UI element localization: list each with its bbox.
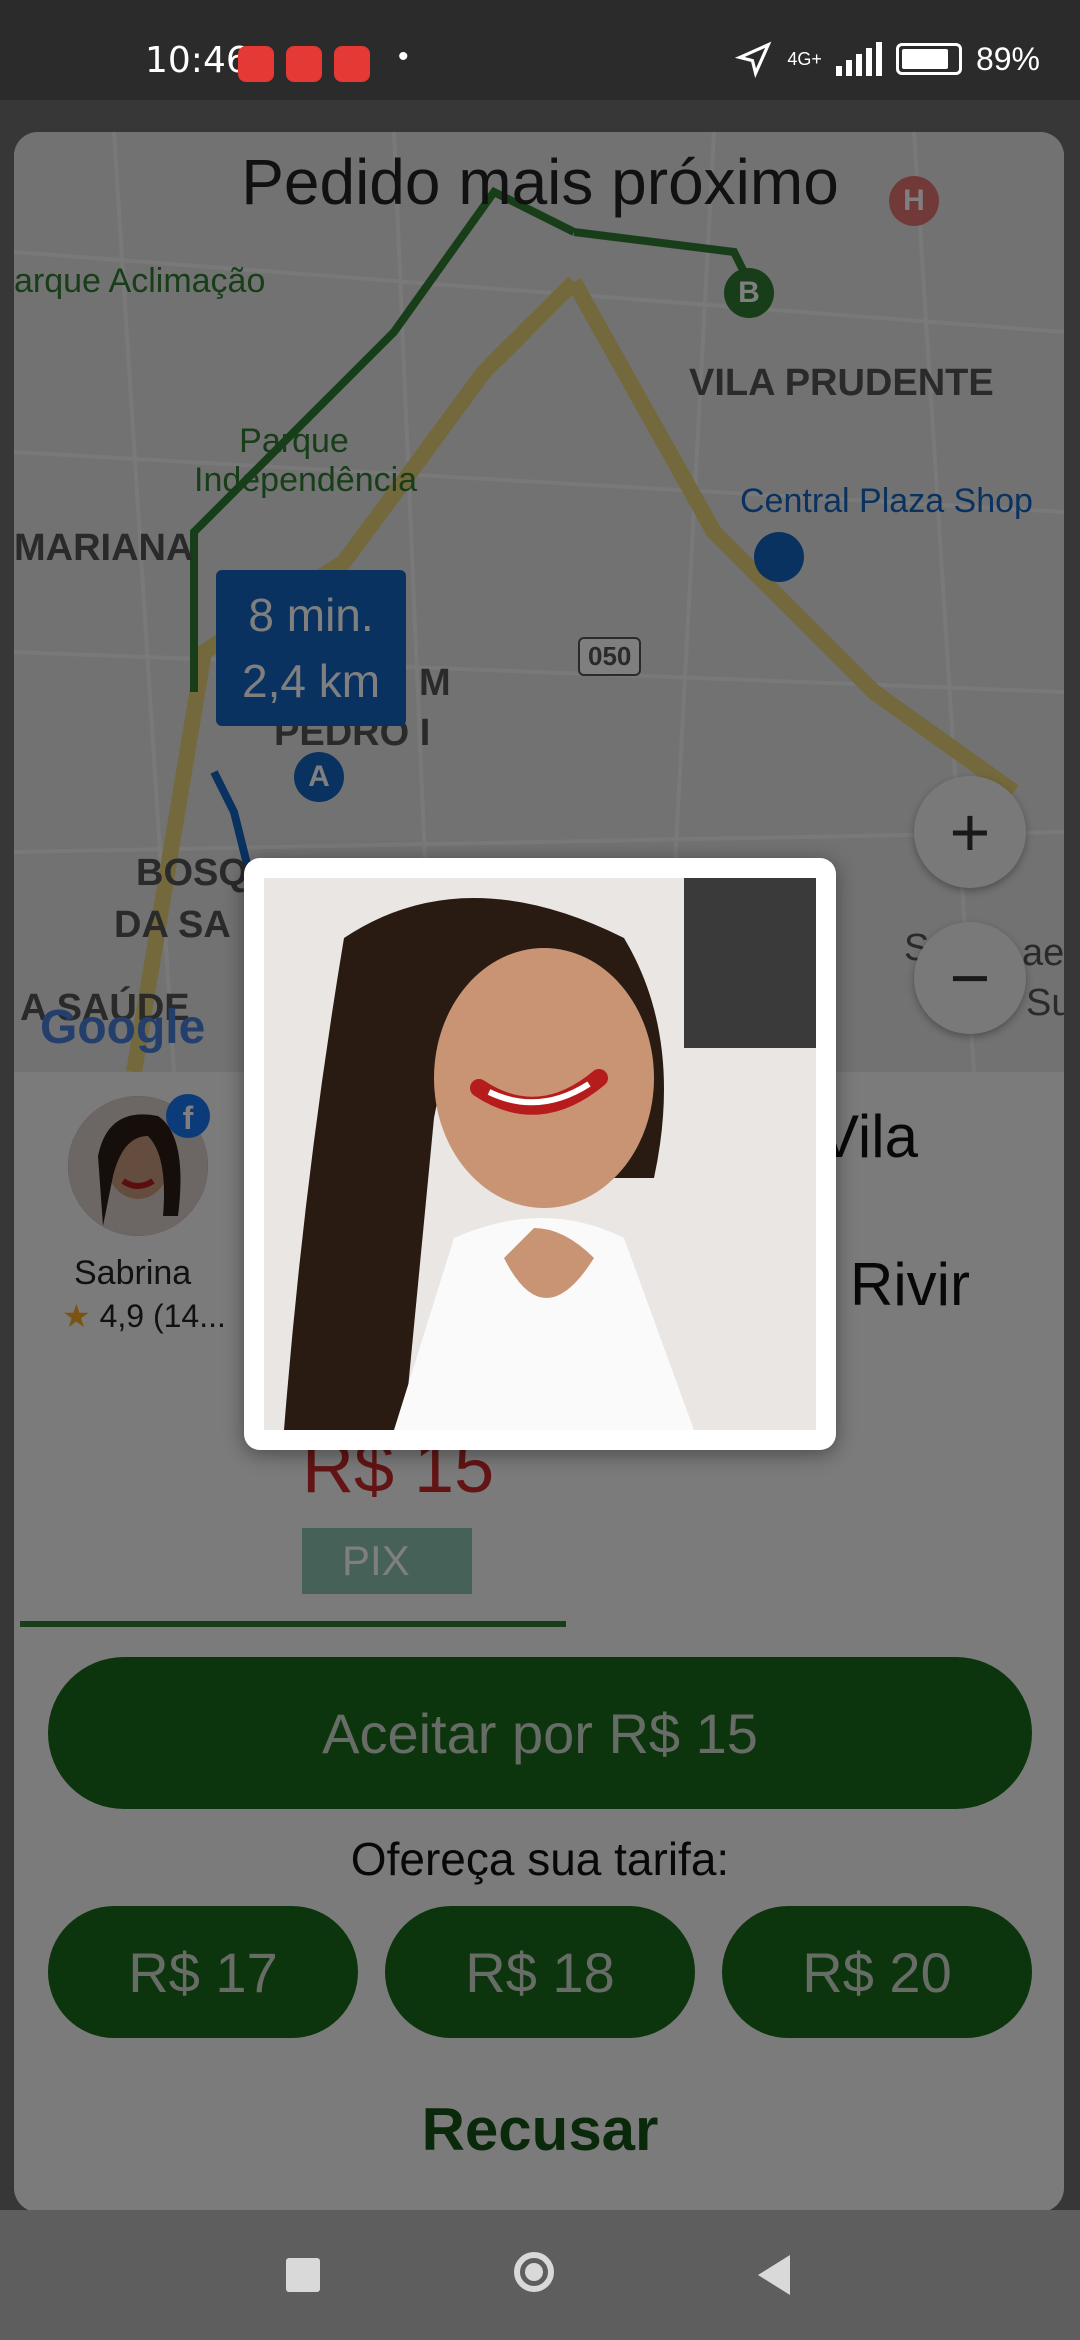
signal-icon <box>835 42 882 76</box>
status-time: 10:46 <box>145 40 249 81</box>
status-right: 4G+ 89% <box>735 40 1040 78</box>
notification-ifood-icon <box>334 46 370 82</box>
home-icon[interactable] <box>514 2252 554 2292</box>
back-icon[interactable] <box>758 2255 790 2295</box>
status-bar: 10:46 • 4G+ 89% <box>0 0 1080 100</box>
driver-photo-modal <box>244 858 836 1450</box>
page-title: Pedido mais próximo <box>241 146 839 218</box>
battery-icon <box>895 43 962 75</box>
location-icon <box>735 41 772 78</box>
notification-app-icon <box>238 46 274 82</box>
battery-level: 89% <box>975 40 1040 77</box>
network-type: 4G+ <box>787 48 822 69</box>
recent-apps-icon[interactable] <box>286 2258 320 2292</box>
notification-dot: • <box>398 40 409 73</box>
notification-mail-icon <box>286 46 322 82</box>
driver-photo <box>264 878 816 1430</box>
